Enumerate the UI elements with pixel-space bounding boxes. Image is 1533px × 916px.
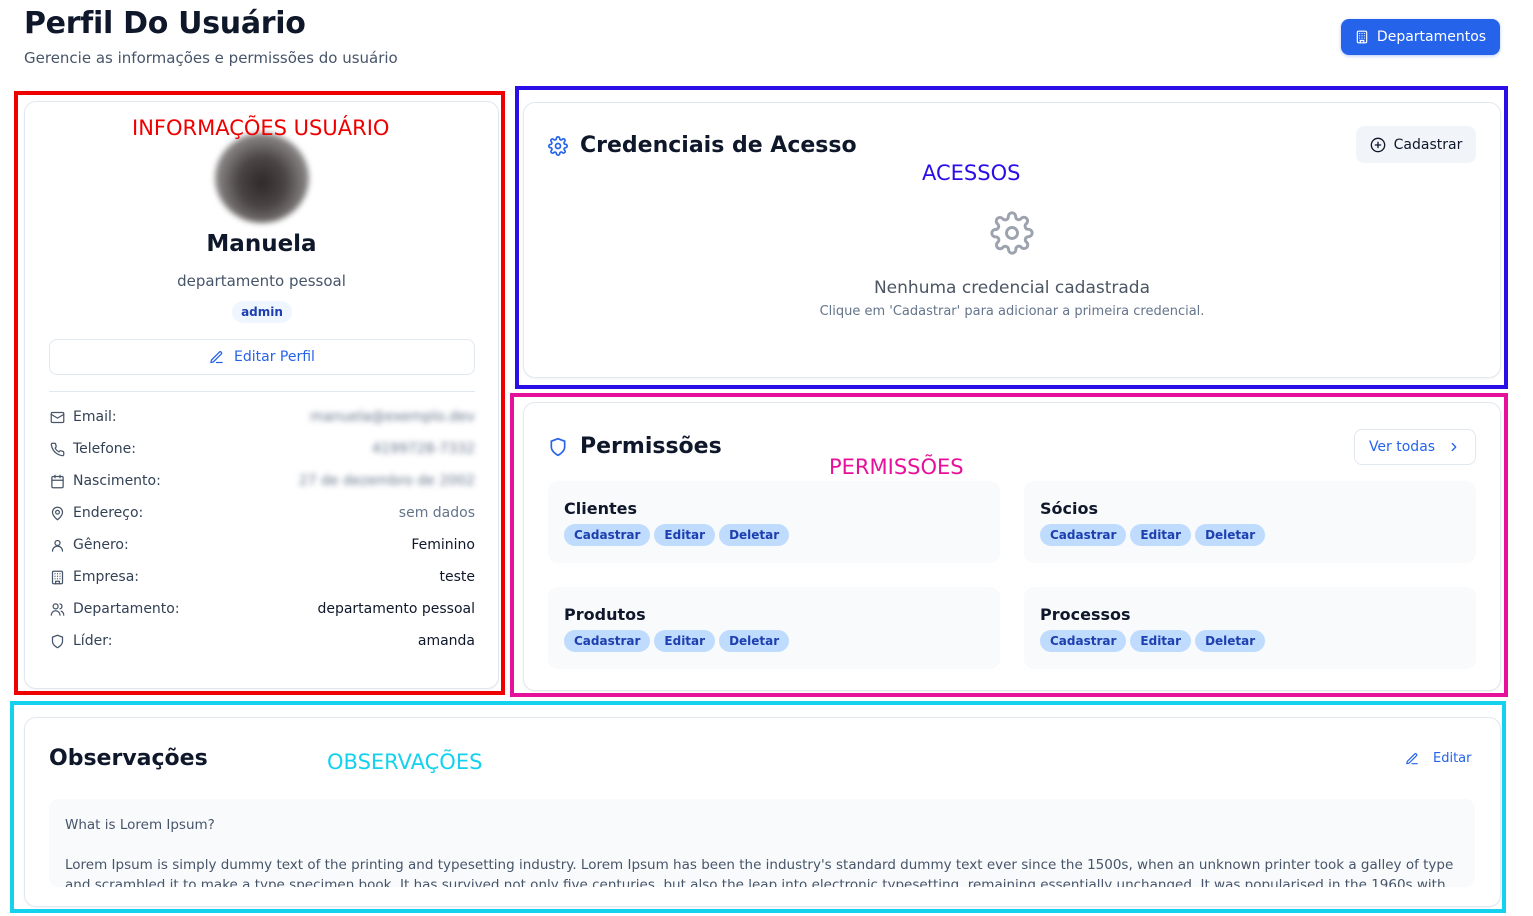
plus-circle-icon — [1370, 137, 1386, 153]
credentials-card: Credenciais de Acesso Cadastrar Nenhuma … — [523, 102, 1501, 378]
info-value: Feminino — [411, 537, 475, 553]
building-icon — [49, 569, 65, 585]
user-department: departamento pessoal — [177, 272, 346, 290]
permission-group-title: Sócios — [1040, 499, 1098, 518]
info-label: Endereço: — [73, 505, 144, 521]
departments-button[interactable]: Departamentos — [1341, 19, 1500, 55]
permissions-card: Permissões Ver todas Clientes Cadastrar … — [523, 402, 1501, 691]
permission-group: Processos Cadastrar Editar Deletar — [1024, 587, 1476, 669]
pencil-icon — [1405, 752, 1419, 766]
user-name: Manuela — [206, 231, 317, 257]
shield-icon — [548, 437, 568, 457]
credentials-title: Credenciais de Acesso — [580, 133, 857, 158]
permission-group-title: Processos — [1040, 605, 1131, 624]
gear-icon — [548, 135, 568, 156]
chevron-right-icon — [1447, 440, 1461, 454]
permission-tag: Cadastrar — [1040, 630, 1127, 652]
permissions-title: Permissões — [580, 434, 722, 459]
permission-group-title: Clientes — [564, 499, 637, 518]
info-label: Email: — [73, 409, 117, 425]
permission-tag: Editar — [654, 630, 716, 652]
observations-title: Observações — [49, 746, 208, 771]
observations-card: Observações Editar What is Lorem Ipsum? … — [24, 717, 1501, 907]
info-value: teste — [439, 569, 476, 585]
building-icon — [1355, 30, 1369, 44]
page-title: Perfil Do Usuário — [24, 6, 306, 41]
user-info-card: Manuela departamento pessoal admin Edita… — [24, 101, 499, 689]
empty-state-title: Nenhuma credencial cadastrada — [873, 278, 1151, 298]
info-label: Telefone: — [73, 441, 136, 457]
add-credential-label: Cadastrar — [1393, 136, 1463, 153]
mail-icon — [49, 409, 65, 425]
permission-tag: Editar — [1130, 630, 1192, 652]
map-pin-icon — [49, 505, 65, 521]
divider — [49, 391, 475, 392]
observation-paragraph: What is Lorem Ipsum? — [65, 817, 215, 833]
permission-tag: Deletar — [719, 630, 790, 652]
annotation-label-observations: OBSERVAÇÕES — [327, 750, 483, 774]
info-row-birthdate: Nascimento: 27 de dezembro de 2002 — [49, 470, 475, 492]
add-credential-button[interactable]: Cadastrar — [1356, 126, 1476, 163]
info-value: manuela@exemplo.dev — [310, 409, 475, 425]
edit-observations-label: Editar — [1433, 751, 1472, 766]
credentials-header: Credenciais de Acesso — [548, 133, 857, 158]
permission-tag: Deletar — [1195, 630, 1266, 652]
observation-paragraph: Lorem Ipsum is simply dummy text of the … — [65, 857, 1454, 887]
pencil-icon — [209, 350, 224, 365]
phone-icon — [49, 441, 65, 457]
permission-tag: Cadastrar — [564, 630, 651, 652]
view-all-label: Ver todas — [1368, 439, 1436, 455]
info-row-email: Email: manuela@exemplo.dev — [49, 406, 475, 428]
gear-icon — [990, 211, 1034, 255]
permission-tag: Cadastrar — [564, 524, 651, 546]
observations-text[interactable]: What is Lorem Ipsum? Lorem Ipsum is simp… — [49, 799, 1475, 887]
annotation-label-access: ACESSOS — [922, 161, 1021, 185]
annotation-label-user-info: INFORMAÇÕES USUÁRIO — [132, 116, 390, 140]
permission-group-title: Produtos — [564, 605, 646, 624]
info-row-phone: Telefone: 4199728-7332 — [49, 438, 475, 460]
info-row-leader: Líder: amanda — [49, 630, 475, 652]
edit-observations-button[interactable]: Editar — [1405, 751, 1472, 766]
permission-tag: Cadastrar — [1040, 524, 1127, 546]
info-value: amanda — [417, 633, 475, 649]
avatar — [215, 133, 309, 223]
info-label: Nascimento: — [73, 473, 161, 489]
permissions-header: Permissões — [548, 434, 722, 459]
info-label: Líder: — [73, 633, 113, 649]
users-icon — [49, 601, 65, 617]
info-row-address: Endereço: sem dados — [49, 502, 475, 524]
role-badge: admin — [232, 301, 292, 323]
info-row-company: Empresa: teste — [49, 566, 475, 588]
view-all-permissions-button[interactable]: Ver todas — [1354, 429, 1476, 465]
info-label: Gênero: — [73, 537, 129, 553]
info-row-gender: Gênero: Feminino — [49, 534, 475, 556]
departments-button-label: Departamentos — [1376, 29, 1487, 45]
permission-tag: Deletar — [1195, 524, 1266, 546]
info-label: Departamento: — [73, 601, 180, 617]
user-icon — [49, 537, 65, 553]
info-row-department: Departamento: departamento pessoal — [49, 598, 475, 620]
permission-group: Clientes Cadastrar Editar Deletar — [548, 481, 1000, 563]
info-value: 27 de dezembro de 2002 — [298, 473, 475, 489]
edit-profile-label: Editar Perfil — [234, 349, 315, 365]
info-value: 4199728-7332 — [371, 441, 475, 457]
permission-tag: Editar — [654, 524, 716, 546]
edit-profile-button[interactable]: Editar Perfil — [49, 339, 475, 375]
permission-group: Sócios Cadastrar Editar Deletar — [1024, 481, 1476, 563]
permission-tag: Editar — [1130, 524, 1192, 546]
info-value: departamento pessoal — [317, 601, 475, 617]
info-value: sem dados — [398, 505, 475, 521]
permission-tag: Deletar — [719, 524, 790, 546]
shield-icon — [49, 633, 65, 649]
annotation-label-permissions: PERMISSÕES — [829, 455, 964, 479]
page-subtitle: Gerencie as informações e permissões do … — [24, 49, 398, 67]
empty-state-subtitle: Clique em 'Cadastrar' para adicionar a p… — [819, 304, 1205, 319]
calendar-icon — [49, 473, 65, 489]
permission-group: Produtos Cadastrar Editar Deletar — [548, 587, 1000, 669]
info-label: Empresa: — [73, 569, 140, 585]
